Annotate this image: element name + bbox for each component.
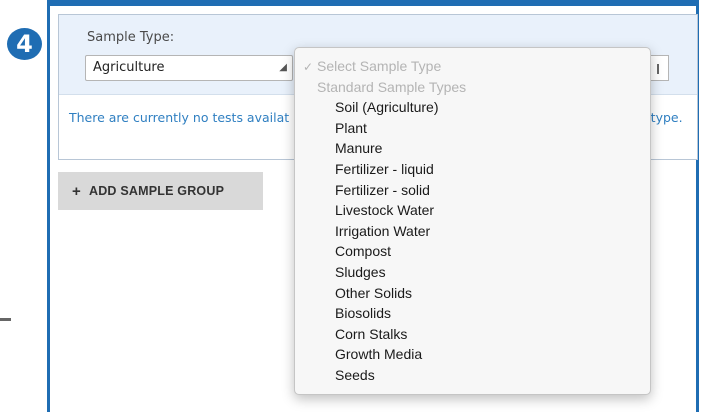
- sample-type-selected-value: Agriculture: [93, 60, 165, 75]
- no-tests-message: There are currently no tests availat: [69, 110, 290, 125]
- dropdown-option[interactable]: Irrigation Water: [295, 221, 650, 242]
- step-frame-top: [47, 0, 699, 6]
- dropdown-option[interactable]: Fertilizer - liquid: [295, 159, 650, 180]
- dropdown-option[interactable]: Seeds: [295, 365, 650, 386]
- add-sample-group-button[interactable]: + ADD SAMPLE GROUP: [58, 172, 263, 210]
- dropdown-placeholder-option[interactable]: ✓ Select Sample Type: [295, 56, 650, 77]
- checkmark-icon: ✓: [303, 60, 314, 74]
- select-handle-icon: [657, 64, 659, 74]
- dropdown-option[interactable]: Plant: [295, 118, 650, 139]
- dropdown-option[interactable]: Growth Media: [295, 344, 650, 365]
- sample-type-dropdown[interactable]: ✓ Select Sample Type Standard Sample Type…: [294, 47, 651, 395]
- dropdown-option[interactable]: Biosolids: [295, 303, 650, 324]
- dropdown-option[interactable]: Compost: [295, 241, 650, 262]
- dropdown-option[interactable]: Other Solids: [295, 283, 650, 304]
- dropdown-option[interactable]: Fertilizer - solid: [295, 180, 650, 201]
- dropdown-option[interactable]: Corn Stalks: [295, 324, 650, 345]
- add-sample-group-label: ADD SAMPLE GROUP: [88, 184, 225, 198]
- step-number-badge: 4: [7, 28, 42, 60]
- select-resize-icon: ◢: [279, 62, 287, 73]
- plus-icon: +: [72, 182, 81, 200]
- dropdown-option[interactable]: Manure: [295, 138, 650, 159]
- sample-type-select[interactable]: Agriculture ◢: [85, 55, 293, 81]
- secondary-select[interactable]: [649, 55, 669, 81]
- sample-type-label: Sample Type:: [87, 30, 175, 45]
- dropdown-option[interactable]: Sludges: [295, 262, 650, 283]
- dropdown-group-label: Standard Sample Types: [317, 78, 467, 95]
- dropdown-option[interactable]: Soil (Agriculture): [295, 97, 650, 118]
- dropdown-option[interactable]: Livestock Water: [295, 200, 650, 221]
- side-connector: [0, 318, 11, 321]
